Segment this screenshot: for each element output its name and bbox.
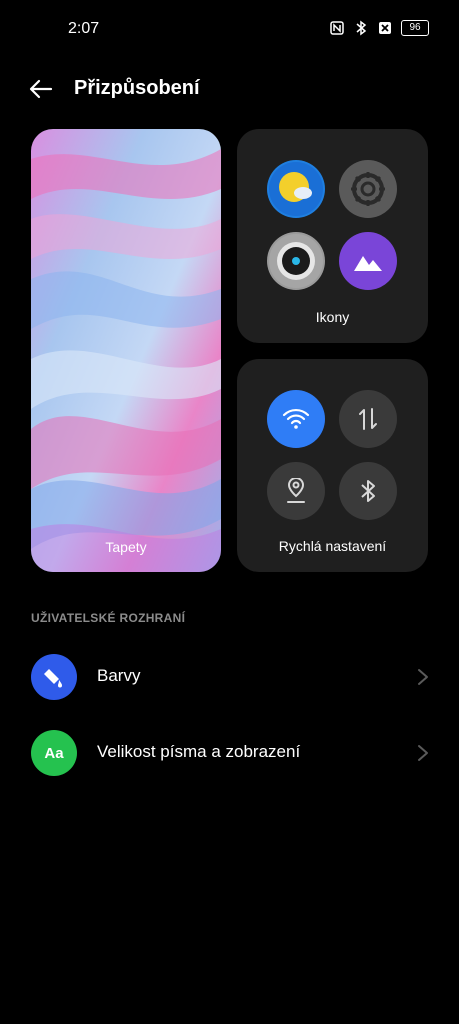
status-bar: 2:07 96	[0, 0, 459, 60]
status-icons: 96	[329, 20, 429, 36]
font-size-icon: Aa	[31, 730, 77, 776]
camera-icon	[267, 232, 325, 290]
icons-card[interactable]: Ikony	[237, 129, 428, 343]
status-time: 2:07	[68, 20, 100, 37]
colors-label: Barvy	[97, 666, 141, 685]
paint-bucket-icon	[31, 654, 77, 700]
no-sim-icon	[377, 20, 393, 36]
wallpaper-label: Tapety	[105, 539, 147, 555]
bluetooth-icon	[353, 20, 369, 36]
list-item-colors[interactable]: Barvy	[0, 642, 459, 712]
chevron-right-icon	[418, 745, 428, 761]
quick-settings-label: Rychlá nastavení	[278, 538, 387, 554]
section-title: UŽIVATELSKÉ ROZHRANÍ	[31, 611, 186, 625]
app-header: Přizpůsobení	[0, 68, 459, 112]
weather-icon	[267, 160, 325, 218]
back-button[interactable]	[26, 74, 56, 104]
wallpaper-card[interactable]: Tapety	[31, 129, 221, 572]
chevron-right-icon	[418, 669, 428, 685]
gallery-icon	[339, 232, 397, 290]
arrow-left-icon	[29, 79, 53, 99]
location-icon	[267, 462, 325, 520]
quick-settings-card[interactable]: Rychlá nastavení	[237, 359, 428, 572]
wallpaper-preview	[31, 129, 221, 572]
list-item-font-size[interactable]: Aa Velikost písma a zobrazení	[0, 718, 459, 788]
page-title: Přizpůsobení	[74, 77, 200, 99]
battery-icon: 96	[401, 20, 429, 36]
icons-label: Ikony	[315, 309, 350, 325]
wifi-icon	[267, 390, 325, 448]
font-size-label: Velikost písma a zobrazení	[97, 742, 301, 761]
mobile-data-icon	[339, 390, 397, 448]
settings-icon	[339, 160, 397, 218]
bluetooth-tile-icon	[339, 462, 397, 520]
nfc-icon	[329, 20, 345, 36]
